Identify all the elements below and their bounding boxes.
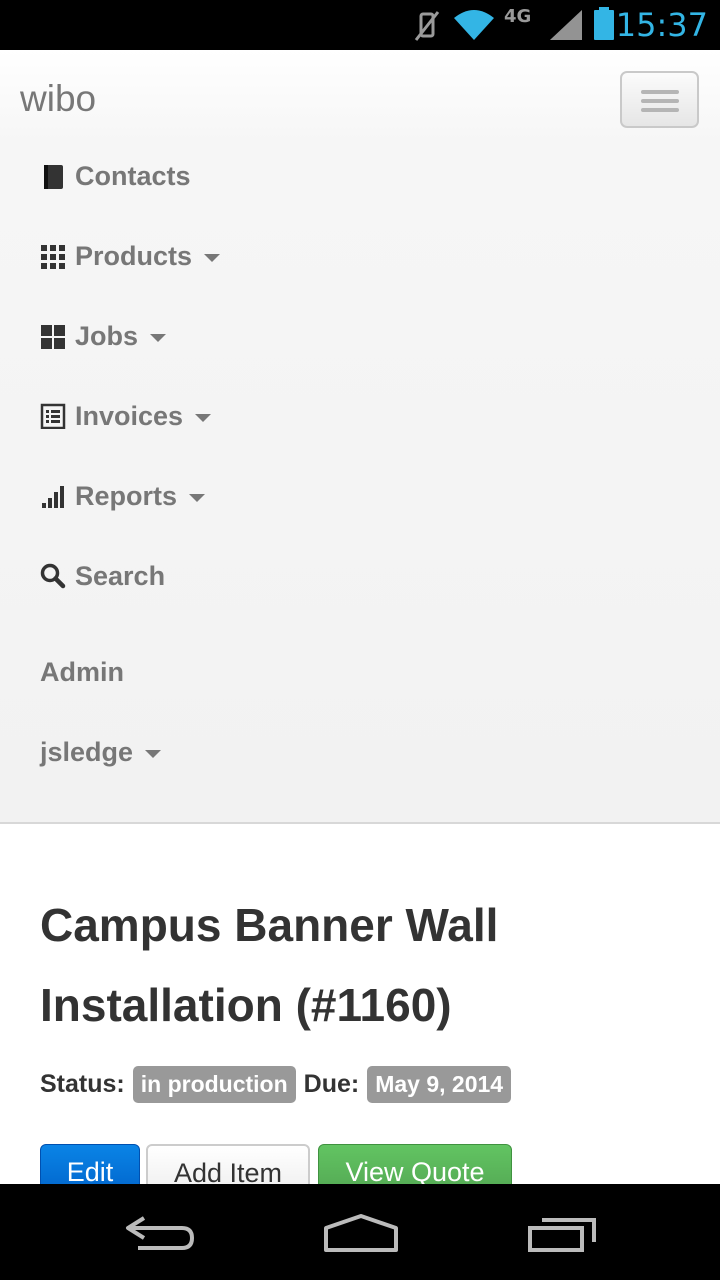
recent-apps-icon[interactable] <box>526 1214 598 1254</box>
add-item-button[interactable]: Add Item <box>146 1144 310 1184</box>
nav-label: Admin <box>40 656 124 687</box>
status-line: Status: in production Due: May 9, 2014 <box>40 1065 519 1103</box>
nav-label: Contacts <box>75 160 191 191</box>
brand-logo[interactable]: wibo <box>20 78 96 120</box>
due-date-badge: May 9, 2014 <box>367 1065 512 1103</box>
nav-item-admin[interactable]: Admin <box>40 652 124 692</box>
status-badge: in production <box>132 1065 296 1103</box>
nav-item-reports[interactable]: Reports <box>40 476 206 516</box>
status-label: Status: <box>40 1069 125 1098</box>
navbar: wibo Contacts Products Jobs Invoices Rep… <box>0 50 720 824</box>
caret-down-icon <box>204 253 221 262</box>
nav-item-jobs[interactable]: Jobs <box>40 316 167 356</box>
nav-item-invoices[interactable]: Invoices <box>40 396 212 436</box>
lte-icon: 4G <box>504 6 532 27</box>
list-icon <box>40 403 66 429</box>
edit-button[interactable]: Edit <box>40 1144 140 1184</box>
hamburger-bar <box>641 108 679 112</box>
nav-label: jsledge <box>40 736 134 767</box>
battery-icon <box>594 7 614 40</box>
due-label: Due: <box>303 1069 360 1098</box>
nav-label: Jobs <box>75 320 139 351</box>
page-title: Campus Banner Wall Installation (#1160) <box>40 899 499 1031</box>
nav-label: Products <box>75 240 193 271</box>
nav-item-contacts[interactable]: Contacts <box>40 156 191 196</box>
search-icon <box>40 563 66 589</box>
home-icon[interactable] <box>322 1212 400 1254</box>
menu-toggle-button[interactable] <box>620 71 699 128</box>
nav-item-user[interactable]: jsledge <box>40 732 162 772</box>
web-view: wibo Contacts Products Jobs Invoices Rep… <box>0 50 720 1184</box>
nav-label: Reports <box>75 480 178 511</box>
caret-down-icon <box>145 749 162 758</box>
hamburger-bar <box>641 90 679 94</box>
clock: 15:37 <box>615 6 708 44</box>
signal-icon <box>550 10 582 40</box>
signal-bars-icon <box>42 486 64 508</box>
caret-down-icon <box>150 333 167 342</box>
view-quote-button[interactable]: View Quote <box>318 1144 512 1184</box>
status-bar: 4G 15:37 <box>0 0 720 50</box>
caret-down-icon <box>189 493 206 502</box>
nav-item-products[interactable]: Products <box>40 236 221 276</box>
nav-item-search[interactable]: Search <box>40 556 165 596</box>
wifi-icon <box>454 10 494 40</box>
grid-icon <box>41 245 65 269</box>
back-icon[interactable] <box>124 1214 196 1254</box>
vibrate-mute-icon <box>414 11 440 41</box>
hamburger-bar <box>641 99 679 103</box>
nav-label: Search <box>75 560 166 591</box>
system-navigation-bar <box>0 1184 720 1280</box>
nav-label: Invoices <box>75 400 184 431</box>
caret-down-icon <box>195 413 212 422</box>
large-grid-icon <box>41 325 65 349</box>
book-icon <box>44 165 63 189</box>
